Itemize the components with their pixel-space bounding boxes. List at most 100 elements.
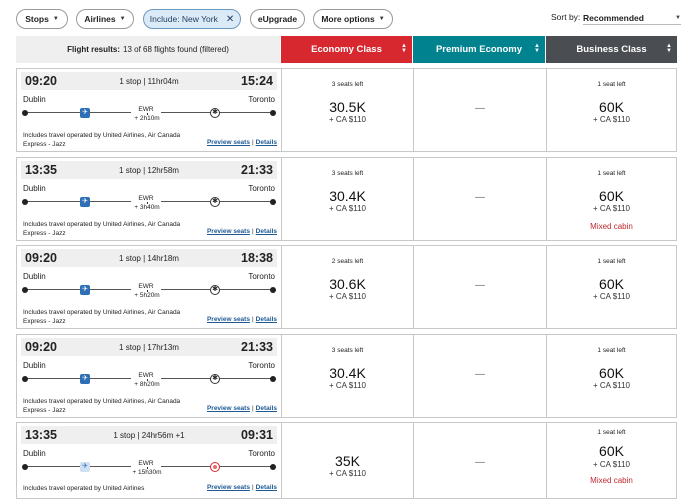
operated-by-note: Includes travel operated by United Airli… bbox=[23, 132, 181, 148]
eupgrade-filter-button[interactable]: eUpgrade bbox=[250, 9, 305, 29]
points-price: 30.4K bbox=[329, 188, 366, 204]
itinerary-summary: 09:20 1 stop | 14hr18m 18:38 Dublin Toro… bbox=[17, 246, 281, 328]
economy-fare-cell[interactable]: 35K + CA $110 bbox=[281, 423, 413, 498]
air-canada-logo-icon: ✈ bbox=[80, 374, 90, 384]
close-icon[interactable]: ✕ bbox=[226, 14, 234, 25]
origin-city: Dublin bbox=[23, 95, 46, 104]
flight-time-bar: 09:20 1 stop | 14hr18m 18:38 bbox=[21, 249, 277, 267]
origin-city: Dublin bbox=[23, 184, 46, 193]
origin-dot bbox=[22, 375, 28, 382]
destination-dot bbox=[270, 463, 276, 470]
sort-by-select[interactable]: Recommended ▼ bbox=[583, 11, 681, 25]
link-separator: | bbox=[251, 228, 254, 235]
itinerary-summary: 13:35 1 stop | 12hr58m 21:33 Dublin Toro… bbox=[17, 158, 281, 240]
include-new-york-filter-chip[interactable]: Include: New York ✕ bbox=[143, 9, 241, 29]
seats-left: 1 seat left bbox=[597, 170, 626, 177]
sort-arrows-icon: ▲ ▼ bbox=[401, 43, 407, 54]
seats-left: 3 seats left bbox=[331, 347, 364, 354]
sort-arrows-icon: ▲ ▼ bbox=[666, 43, 672, 54]
connection-airport: EWR bbox=[131, 106, 161, 113]
flight-links: Preview seats | Details bbox=[207, 139, 277, 146]
origin-dot bbox=[22, 286, 28, 293]
itinerary-summary: 09:20 1 stop | 17hr13m 21:33 Dublin Toro… bbox=[17, 335, 281, 417]
economy-fare-cell[interactable]: 3 seats left 30.4K + CA $110 bbox=[281, 335, 413, 417]
business-fare-cell[interactable]: 1 seat left 60K + CA $110 Mixed cabin bbox=[546, 423, 676, 498]
economy-fare-cell[interactable]: 2 seats left 30.6K + CA $110 bbox=[281, 246, 413, 328]
arrival-time: 21:33 bbox=[241, 340, 273, 354]
flight-links: Preview seats | Details bbox=[207, 228, 277, 235]
preview-seats-link[interactable]: Preview seats bbox=[207, 484, 250, 491]
star-alliance-icon: ✱ bbox=[210, 374, 220, 384]
destination-dot bbox=[270, 375, 276, 382]
taxes-fees: + CA $110 bbox=[329, 204, 366, 213]
united-globe-icon bbox=[210, 462, 220, 472]
link-separator: | bbox=[251, 405, 254, 412]
operated-by-note: Includes travel operated by United Airli… bbox=[23, 398, 181, 414]
details-link[interactable]: Details bbox=[256, 139, 277, 146]
economy-fare-cell[interactable]: 3 seats left 30.5K + CA $110 bbox=[281, 69, 413, 151]
business-fare-cell[interactable]: 1 seat left 60K + CA $110 bbox=[546, 246, 676, 328]
preview-seats-link[interactable]: Preview seats bbox=[207, 139, 250, 146]
results-label: Flight results: bbox=[67, 45, 121, 54]
more-options-button[interactable]: More options ▼ bbox=[313, 9, 393, 29]
business-fare-cell[interactable]: 1 seat left 60K + CA $110 Mixed cabin bbox=[546, 158, 676, 240]
flight-results-summary: Flight results: 13 of 68 flights found (… bbox=[16, 36, 280, 63]
seats-left: 1 seat left bbox=[597, 81, 626, 88]
sort-by-label: Sort by: bbox=[551, 12, 581, 22]
preview-seats-link[interactable]: Preview seats bbox=[207, 316, 250, 323]
business-class-label: Business Class bbox=[576, 44, 647, 55]
economy-fare-cell[interactable]: 3 seats left 30.4K + CA $110 bbox=[281, 158, 413, 240]
origin-city: Dublin bbox=[23, 361, 46, 370]
flight-row: 09:20 1 stop | 14hr18m 18:38 Dublin Toro… bbox=[16, 245, 677, 329]
preview-seats-link[interactable]: Preview seats bbox=[207, 405, 250, 412]
destination-dot bbox=[270, 109, 276, 116]
eupgrade-filter-label: eUpgrade bbox=[257, 14, 298, 24]
flight-links: Preview seats | Details bbox=[207, 316, 277, 323]
operated-by-note: Includes travel operated by United Airli… bbox=[23, 485, 145, 492]
economy-class-column-header[interactable]: Economy Class ▲ ▼ bbox=[281, 36, 412, 63]
arrival-time: 21:33 bbox=[241, 163, 273, 177]
details-link[interactable]: Details bbox=[256, 405, 277, 412]
points-price: 30.4K bbox=[329, 365, 366, 381]
points-price: 60K bbox=[599, 276, 624, 292]
destination-city: Toronto bbox=[248, 184, 275, 193]
seats-left: 3 seats left bbox=[331, 81, 364, 88]
layover-duration: + 3h40m bbox=[134, 204, 160, 211]
arrival-time: 18:38 bbox=[241, 251, 273, 265]
premium-economy-fare-cell: — bbox=[413, 158, 546, 240]
link-separator: | bbox=[251, 484, 254, 491]
flight-time-bar: 09:20 1 stop | 17hr13m 21:33 bbox=[21, 338, 277, 356]
economy-class-label: Economy Class bbox=[311, 44, 382, 55]
origin-dot bbox=[22, 109, 28, 116]
details-link[interactable]: Details bbox=[256, 316, 277, 323]
link-separator: | bbox=[251, 316, 254, 323]
business-fare-cell[interactable]: 1 seat left 60K + CA $110 bbox=[546, 335, 676, 417]
business-class-column-header[interactable]: Business Class ▲ ▼ bbox=[546, 36, 677, 63]
layover-duration: + 8h20m bbox=[134, 381, 160, 388]
flight-row: 09:20 1 stop | 17hr13m 21:33 Dublin Toro… bbox=[16, 334, 677, 418]
air-canada-logo-icon: ✈ bbox=[80, 285, 90, 295]
operated-by-note: Includes travel operated by United Airli… bbox=[23, 309, 181, 325]
stops-filter-button[interactable]: Stops ▼ bbox=[16, 9, 68, 29]
air-canada-logo-icon: ✈ bbox=[80, 108, 90, 118]
include-filter-label: Include: New York bbox=[149, 14, 218, 24]
connection-airport: EWR bbox=[131, 460, 161, 467]
layover-duration: + 2h10m bbox=[134, 115, 160, 122]
destination-city: Toronto bbox=[248, 449, 275, 458]
premium-economy-column-header[interactable]: Premium Economy ▲ ▼ bbox=[413, 36, 545, 63]
destination-city: Toronto bbox=[248, 95, 275, 104]
origin-city: Dublin bbox=[23, 449, 46, 458]
origin-dot bbox=[22, 198, 28, 205]
details-link[interactable]: Details bbox=[256, 484, 277, 491]
layover-duration: + 5h20m bbox=[134, 292, 160, 299]
points-price: 60K bbox=[599, 99, 624, 115]
preview-seats-link[interactable]: Preview seats bbox=[207, 228, 250, 235]
taxes-fees: + CA $110 bbox=[329, 469, 366, 478]
airlines-filter-button[interactable]: Airlines ▼ bbox=[76, 9, 134, 29]
details-link[interactable]: Details bbox=[256, 228, 277, 235]
destination-dot bbox=[270, 286, 276, 293]
connection-airport: EWR bbox=[131, 195, 161, 202]
business-fare-cell[interactable]: 1 seat left 60K + CA $110 bbox=[546, 69, 676, 151]
chevron-down-icon: ▼ bbox=[52, 16, 59, 22]
points-price: 60K bbox=[599, 443, 624, 459]
